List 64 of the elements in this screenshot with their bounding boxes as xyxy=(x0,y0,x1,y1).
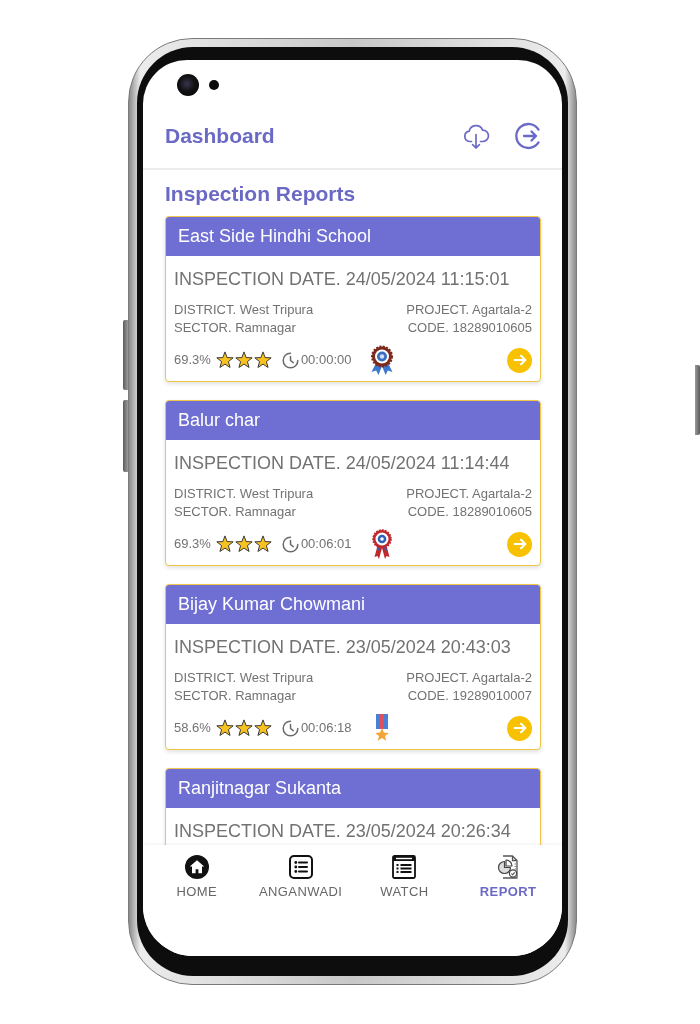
browser-window-icon xyxy=(392,855,417,879)
star-icon xyxy=(253,535,272,553)
section-title: Inspection Reports xyxy=(165,181,356,207)
pie-chart-document-icon xyxy=(496,855,521,879)
nav-tab[interactable]: REPORT xyxy=(479,855,537,900)
code-text: CODE. 18289010605 xyxy=(407,319,532,337)
inspection-date: INSPECTION DATE. 23/05/2024 20:43:03 xyxy=(174,636,512,658)
sector-text: SECTOR. Ramnagar xyxy=(174,319,296,337)
duration-text: 00:00:00 xyxy=(300,351,352,369)
card-header: East Side Hindhi School xyxy=(166,217,540,256)
card-header: Balur char xyxy=(166,401,540,440)
code-text: CODE. 18289010605 xyxy=(407,503,532,521)
clock-icon xyxy=(281,719,299,737)
code-text: CODE. 19289010007 xyxy=(407,687,532,705)
arrow-right-icon xyxy=(512,353,527,367)
clock-icon xyxy=(281,535,299,553)
score-text: 58.6% xyxy=(174,719,211,737)
nav-tab[interactable]: WATCH xyxy=(380,855,429,900)
card-header: Ranjitnagar Sukanta xyxy=(166,769,540,808)
star-icon xyxy=(253,719,272,737)
arrow-right-icon xyxy=(512,721,527,735)
page-title: Dashboard xyxy=(165,123,275,149)
inspection-date: INSPECTION DATE. 24/05/2024 11:14:44 xyxy=(174,452,511,474)
rosette-icon xyxy=(369,345,396,375)
duration-text: 00:06:18 xyxy=(300,719,352,737)
duration-text: 00:06:01 xyxy=(300,535,352,553)
phone-side-key xyxy=(695,365,700,435)
star-icon xyxy=(234,719,253,737)
open-report-button[interactable] xyxy=(507,531,532,557)
star-icon xyxy=(253,351,272,369)
nav-tab[interactable]: ANGANWADI xyxy=(258,855,343,900)
phone-side-key xyxy=(123,320,128,390)
star-icon xyxy=(234,535,253,553)
district-text: DISTRICT. West Tripura xyxy=(174,301,314,319)
open-report-button[interactable] xyxy=(507,347,532,373)
district-text: DISTRICT. West Tripura xyxy=(174,485,314,503)
star-icon xyxy=(215,351,234,369)
project-text: PROJECT. Agartala-2 xyxy=(406,301,532,319)
clock-icon xyxy=(281,351,299,369)
nav-tab[interactable]: HOME xyxy=(176,855,218,900)
arrow-right-icon xyxy=(512,537,527,551)
project-text: PROJECT. Agartala-2 xyxy=(406,669,532,687)
cloud-download-icon[interactable] xyxy=(462,122,490,150)
project-text: PROJECT. Agartala-2 xyxy=(406,485,532,503)
sector-text: SECTOR. Ramnagar xyxy=(174,687,296,705)
open-report-button[interactable] xyxy=(507,715,532,741)
score-text: 69.3% xyxy=(174,351,211,369)
cockade-icon xyxy=(371,529,394,559)
sector-text: SECTOR. Ramnagar xyxy=(174,503,296,521)
inspection-date: INSPECTION DATE. 24/05/2024 11:15:01 xyxy=(174,268,511,290)
medal-icon xyxy=(374,714,391,742)
home-icon xyxy=(184,855,209,879)
star-icon xyxy=(215,535,234,553)
card-header: Bijay Kumar Chowmani xyxy=(166,585,540,624)
front-camera-icon xyxy=(177,74,199,96)
camera-sensor-icon xyxy=(209,80,219,90)
phone-side-key xyxy=(123,400,128,472)
inspection-date: INSPECTION DATE. 23/05/2024 20:26:34 xyxy=(174,820,512,842)
district-text: DISTRICT. West Tripura xyxy=(174,669,314,687)
circle-arrow-icon[interactable] xyxy=(515,122,543,150)
star-icon xyxy=(234,351,253,369)
score-text: 69.3% xyxy=(174,535,211,553)
list-icon xyxy=(288,855,313,879)
star-icon xyxy=(215,719,234,737)
